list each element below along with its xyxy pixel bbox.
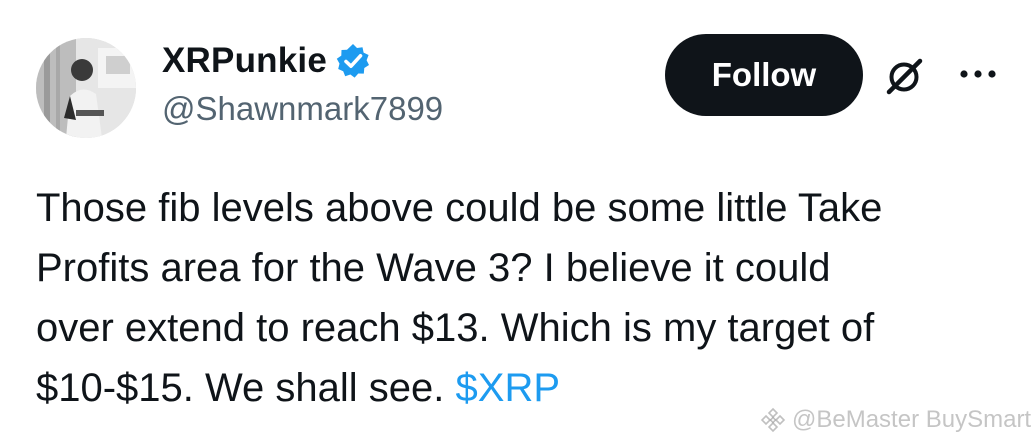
user-handle[interactable]: @Shawnmark7899 (162, 90, 443, 128)
display-name[interactable]: XRPunkie (162, 41, 327, 81)
tweet-line: Profits area for the Wave 3? I believe i… (36, 246, 831, 290)
binance-logo-icon (760, 407, 786, 433)
watermark: @BeMaster BuySmart (760, 406, 1031, 434)
avatar[interactable] (36, 38, 136, 138)
follow-button[interactable]: Follow (665, 34, 863, 116)
more-icon[interactable] (958, 66, 998, 82)
name-row: XRPunkie (162, 38, 371, 84)
tweet-line: over extend to reach $13. Which is my ta… (36, 306, 875, 350)
verified-badge-icon (335, 43, 371, 79)
tweet-line: Those fib levels above could be some lit… (36, 186, 883, 230)
cashtag-link[interactable]: $XRP (456, 366, 561, 410)
watermark-text: @BeMaster BuySmart (792, 406, 1032, 433)
tweet-card: XRPunkie @Shawnmark7899 Follow Those fib… (0, 0, 1036, 445)
grok-icon[interactable] (883, 54, 927, 98)
tweet-text: Those fib levels above could be some lit… (36, 178, 1011, 418)
tweet-line: $10-$15. We shall see. (36, 366, 456, 410)
avatar-photo (36, 38, 136, 138)
